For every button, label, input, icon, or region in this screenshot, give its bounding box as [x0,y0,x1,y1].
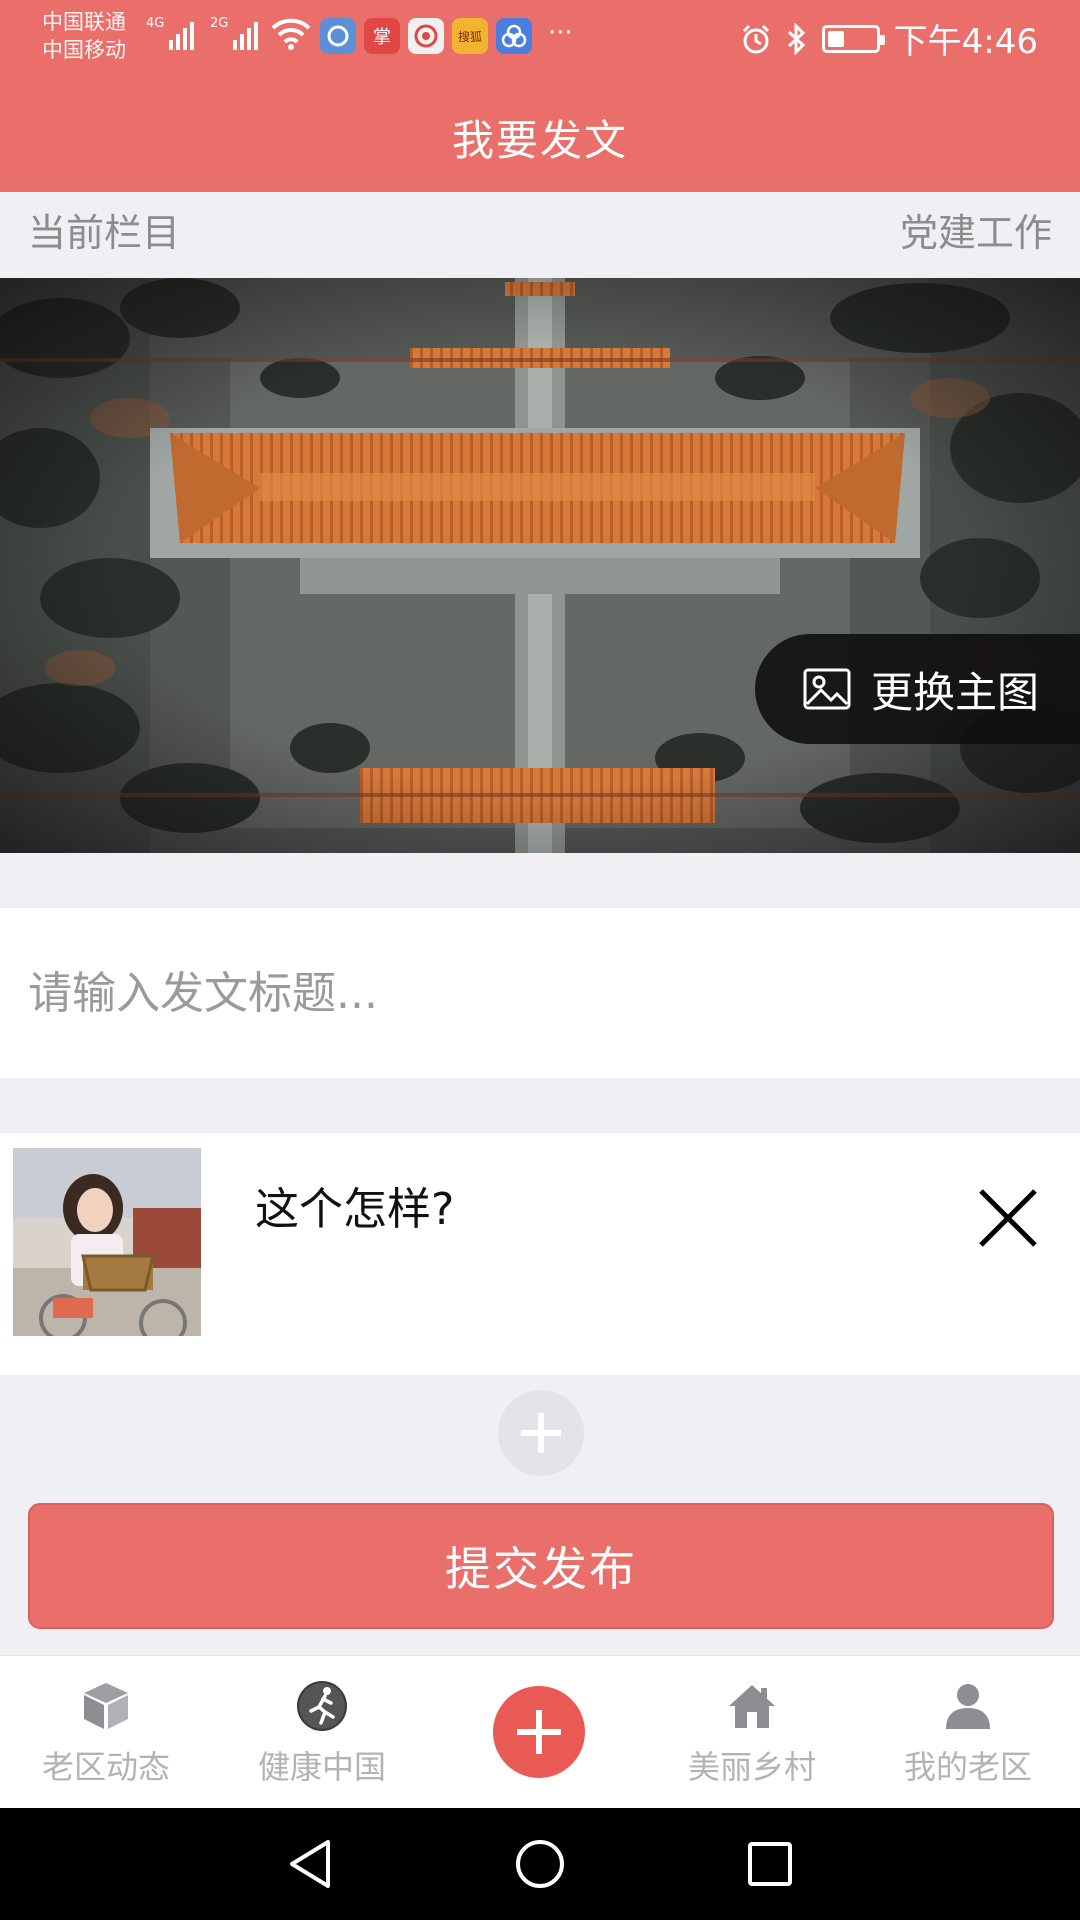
wifi-icon [271,18,311,50]
battery-level [827,30,844,47]
content-thumbnail[interactable] [13,1148,201,1336]
column-label: 当前栏目 [28,211,181,255]
alarm-icon [742,24,769,53]
signal-1-icon: 4G [146,16,195,50]
main-image[interactable]: 更换主图 [0,278,1080,853]
weibo-icon [408,18,444,54]
system-nav-bar [0,1808,1080,1920]
status-bar: 中国联通 中国移动 4G 2G 掌 搜狐 ··· 下午4:46 [0,0,1080,82]
home-icon[interactable] [512,1836,568,1892]
browser-icon [320,18,356,54]
link-app-icon [496,18,532,54]
cube-icon [78,1678,134,1734]
tab-old-area-news[interactable]: 老区动态 [16,1678,196,1788]
signal-2-icon: 2G [210,16,259,50]
plus-icon [521,1413,561,1453]
close-icon[interactable] [975,1185,1041,1251]
tab-healthy-china[interactable]: 健康中国 [232,1678,412,1788]
person-icon [940,1678,996,1734]
add-content-button[interactable] [498,1390,584,1476]
tab-publish-button[interactable] [493,1686,585,1778]
submit-publish-button[interactable]: 提交发布 [28,1503,1054,1629]
tab-label: 我的老区 [903,1748,1032,1786]
tab-label: 老区动态 [41,1748,170,1786]
palace-aerial-photo [0,278,1080,853]
runner-icon [294,1678,350,1734]
content-block[interactable]: 这个怎样? [0,1133,1080,1375]
battery-icon [821,24,885,53]
article-title-input[interactable] [0,908,1080,1078]
carrier-1: 中国联通 [42,10,126,34]
status-right: 下午4:46 [740,14,1038,63]
tab-label: 美丽乡村 [687,1748,816,1786]
change-main-image-label: 更换主图 [871,667,1040,717]
zhang-app-icon: 掌 [364,18,400,54]
house-icon [724,1678,780,1734]
current-column-row[interactable]: 当前栏目 党建工作 [0,192,1080,278]
bluetooth-icon [787,22,805,55]
column-value[interactable]: 党建工作 [900,202,1052,257]
page-title: 我要发文 [451,115,628,165]
app-header: 我要发文 [0,82,1080,192]
content-text[interactable]: 这个怎样? [255,1173,454,1237]
change-main-image-button[interactable]: 更换主图 [755,634,1080,744]
carrier-2: 中国移动 [42,38,126,62]
woman-bicycle-photo [13,1148,201,1336]
bottom-tab-bar: 老区动态 健康中国 美丽乡村 我的老区 [0,1655,1080,1808]
tab-my-old-area[interactable]: 我的老区 [878,1678,1058,1788]
carrier-names: 中国联通 中国移动 [42,8,126,64]
tab-label: 健康中国 [257,1748,386,1786]
sohu-news-icon: 搜狐 [452,18,488,54]
plus-icon [517,1710,561,1754]
back-icon[interactable] [282,1836,338,1892]
clock: 下午4:46 [893,22,1038,62]
more-notifications-icon: ··· [548,18,573,48]
image-icon [803,668,851,710]
tab-beautiful-village[interactable]: 美丽乡村 [662,1678,842,1788]
recents-icon[interactable] [742,1836,798,1892]
